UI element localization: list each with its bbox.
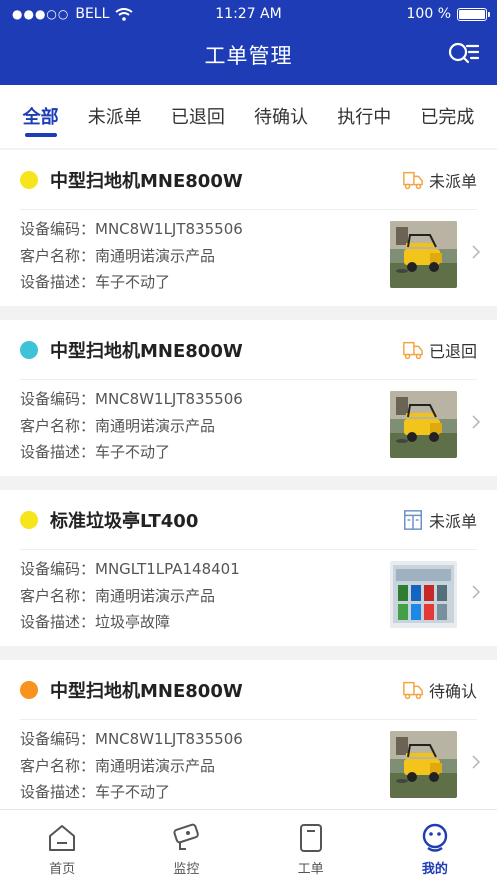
- tabbar-item-home[interactable]: 首页: [0, 810, 124, 883]
- truck-icon: [402, 339, 424, 361]
- status-dot: [20, 510, 38, 529]
- field-label: 设备描述：: [20, 443, 96, 461]
- workorder-icon: [299, 824, 322, 852]
- battery-info: 100 %: [406, 6, 490, 22]
- status-tabs: 全部 未派单 已退回 待确认 执行中 已完成: [0, 85, 497, 148]
- tab-unassigned[interactable]: 未派单: [88, 85, 142, 148]
- status-label: 未派单: [428, 511, 477, 531]
- device-code: MNC8W1LJT835506: [95, 390, 243, 408]
- card-body: 设备编码：MNGLT1LPA148401 客户名称：南通明诺演示产品 设备描述：…: [20, 550, 481, 645]
- field-label: 客户名称：: [20, 246, 96, 265]
- field-label: 客户名称：: [20, 586, 96, 605]
- work-order-card[interactable]: 标准垃圾亭LT400 未派单 设备编码：MNGLT1LPA148401 客户名称…: [0, 490, 497, 646]
- sweeper-image: [390, 391, 457, 458]
- battery-percent: 100 %: [406, 6, 451, 22]
- chevron-right-icon[interactable]: [471, 244, 481, 260]
- card-body: 设备编码：MNC8W1LJT835506 客户名称：南通明诺演示产品 设备描述：…: [20, 380, 481, 475]
- field-label: 客户名称：: [20, 756, 96, 775]
- battery-icon: [457, 7, 490, 21]
- work-order-card[interactable]: 中型扫地机MNE800W 已退回 设备编码：MNC8W1LJT835506 客户…: [0, 320, 497, 476]
- card-header: 中型扫地机MNE800W 待确认: [20, 660, 477, 720]
- device-name: 标准垃圾亭LT400: [50, 510, 199, 532]
- field-label: 设备编码：: [20, 220, 96, 238]
- status-badge: 未派单: [402, 508, 477, 532]
- chevron-right-icon[interactable]: [471, 754, 481, 770]
- status-label: 待确认: [428, 681, 477, 701]
- home-icon: [49, 825, 76, 851]
- status-badge: 待确认: [402, 678, 477, 702]
- chevron-right-icon[interactable]: [471, 584, 481, 600]
- field-label: 设备编码：: [20, 390, 96, 408]
- page-title: 工单管理: [204, 44, 293, 68]
- customer-name: 南通明诺演示产品: [95, 586, 216, 605]
- tab-pending-confirm[interactable]: 待确认: [254, 85, 308, 148]
- tab-all[interactable]: 全部: [23, 85, 59, 148]
- profile-icon: [422, 823, 448, 852]
- device-description: 车子不动了: [95, 273, 171, 291]
- tabbar-label: 首页: [49, 862, 76, 877]
- card-body: 设备编码：MNC8W1LJT835506 客户名称：南通明诺演示产品 设备描述：…: [20, 210, 481, 305]
- customer-name: 南通明诺演示产品: [95, 416, 216, 435]
- device-name: 中型扫地机MNE800W: [50, 340, 243, 362]
- status-bar: ●●●○○ BELL 11:27 AM 100 %: [0, 0, 497, 28]
- status-badge: 已退回: [402, 338, 477, 362]
- app-header: ●●●○○ BELL 11:27 AM 100 % 工单管理: [0, 0, 497, 85]
- search-filter-icon[interactable]: [447, 40, 479, 68]
- work-order-card[interactable]: 中型扫地机MNE800W 待确认 设备编码：MNC8W1LJT835506 客户…: [0, 660, 497, 816]
- tabbar-label: 监控: [173, 862, 200, 877]
- tabbar-item-profile[interactable]: 我的: [373, 810, 497, 883]
- tabbar-item-monitor[interactable]: 监控: [124, 810, 248, 883]
- field-label: 设备描述：: [20, 273, 96, 291]
- status-badge: 未派单: [402, 168, 477, 192]
- customer-name: 南通明诺演示产品: [95, 246, 216, 265]
- status-dot: [20, 340, 38, 359]
- tabbar-item-workorder[interactable]: 工单: [249, 810, 373, 883]
- device-code: MNC8W1LJT835506: [95, 730, 243, 748]
- status-label: 未派单: [428, 171, 477, 191]
- status-label: 已退回: [428, 341, 477, 361]
- card-header: 标准垃圾亭LT400 未派单: [20, 490, 477, 550]
- field-label: 设备描述：: [20, 613, 96, 631]
- tabbar-label: 我的: [421, 862, 448, 877]
- device-description: 车子不动了: [95, 443, 171, 461]
- tab-completed[interactable]: 已完成: [420, 85, 474, 148]
- work-order-card[interactable]: 中型扫地机MNE800W 未派单 设备编码：MNC8W1LJT835506 客户…: [0, 150, 497, 306]
- kiosk-icon: [402, 509, 424, 531]
- field-label: 设备编码：: [20, 730, 96, 748]
- device-description: 车子不动了: [95, 783, 171, 801]
- status-dot: [20, 170, 38, 189]
- sweeper-image: [390, 731, 457, 798]
- garbage-kiosk-image: [390, 561, 457, 628]
- device-code: MNGLT1LPA148401: [95, 560, 240, 578]
- sweeper-image: [390, 221, 457, 288]
- truck-icon: [402, 169, 424, 191]
- status-dot: [20, 680, 38, 699]
- field-label: 设备描述：: [20, 783, 96, 801]
- device-name: 中型扫地机MNE800W: [50, 170, 243, 192]
- device-description: 垃圾亭故障: [95, 613, 171, 631]
- card-body: 设备编码：MNC8W1LJT835506 客户名称：南通明诺演示产品 设备描述：…: [20, 720, 481, 815]
- customer-name: 南通明诺演示产品: [95, 756, 216, 775]
- card-header: 中型扫地机MNE800W 未派单: [20, 150, 477, 210]
- tabbar-label: 工单: [297, 862, 324, 877]
- tab-returned[interactable]: 已退回: [171, 85, 225, 148]
- device-code: MNC8W1LJT835506: [95, 220, 243, 238]
- card-header: 中型扫地机MNE800W 已退回: [20, 320, 477, 380]
- work-order-list: 中型扫地机MNE800W 未派单 设备编码：MNC8W1LJT835506 客户…: [0, 150, 497, 830]
- bottom-tab-bar: 首页 监控 工单 我的: [0, 809, 497, 883]
- field-label: 设备编码：: [20, 560, 96, 578]
- truck-icon: [402, 679, 424, 701]
- chevron-right-icon[interactable]: [471, 414, 481, 430]
- camera-icon: [173, 823, 200, 850]
- field-label: 客户名称：: [20, 416, 96, 435]
- device-name: 中型扫地机MNE800W: [50, 680, 243, 702]
- tab-in-progress[interactable]: 执行中: [337, 85, 391, 148]
